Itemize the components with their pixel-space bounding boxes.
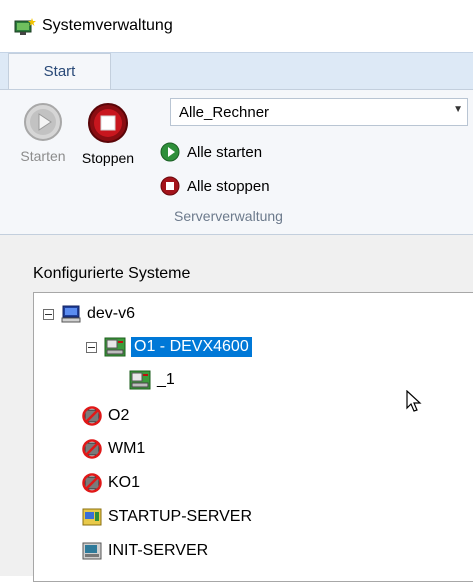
computer-icon	[61, 305, 81, 323]
play-green-icon	[160, 142, 180, 162]
tree-node-o2[interactable]: O2	[82, 405, 129, 427]
server-disabled-icon	[82, 406, 102, 426]
tab-start[interactable]: Start	[8, 53, 111, 91]
selected-node-label: O1 - DEVX4600	[131, 337, 252, 357]
system-group-combobox[interactable]: Alle_Rechner ▼	[170, 98, 468, 126]
combo-selected-value: Alle_Rechner	[179, 104, 270, 121]
panel-title: Konfigurierte Systeme	[33, 265, 191, 282]
tree-node-label: INIT-SERVER	[108, 542, 209, 559]
tree-node-init-server[interactable]: INIT-SERVER	[82, 540, 208, 562]
starten-label: Starten	[20, 148, 66, 164]
systems-tree[interactable]: dev-v6 O1 - DEVX4600 _1 O2 WM1 KO1 START…	[33, 292, 473, 582]
alle-stoppen-button[interactable]: Alle stoppen	[160, 174, 270, 198]
tree-node-label: _1	[157, 371, 175, 388]
ribbon: Starten Stoppen Alle_Rechner ▼ Alle star…	[0, 89, 473, 235]
tree-node-root[interactable]: dev-v6	[43, 303, 135, 325]
collapse-icon[interactable]	[86, 341, 97, 353]
server-icon	[104, 337, 126, 357]
tree-node-label: O2	[108, 407, 130, 424]
collapse-icon[interactable]	[43, 308, 54, 320]
chevron-down-icon[interactable]: ▼	[453, 104, 463, 115]
ribbon-group-label: Serververwaltung	[174, 208, 283, 224]
stoppen-button[interactable]: Stoppen	[76, 102, 140, 174]
init-server-icon	[82, 542, 102, 560]
tree-node-selected[interactable]: O1 - DEVX4600	[86, 336, 252, 358]
window-title: Systemverwaltung	[42, 17, 173, 34]
tree-node-label: WM1	[108, 440, 146, 457]
monitor-star-icon	[14, 18, 36, 36]
stop-red-icon	[160, 176, 180, 196]
startup-server-icon	[82, 508, 102, 526]
server-icon	[129, 370, 151, 390]
play-icon	[24, 103, 62, 141]
server-disabled-icon	[82, 439, 102, 459]
mouse-pointer-icon	[406, 390, 422, 412]
server-disabled-icon	[82, 473, 102, 493]
tree-node-child[interactable]: _1	[129, 369, 175, 391]
tree-node-wm1[interactable]: WM1	[82, 438, 145, 460]
stop-icon	[88, 103, 128, 143]
tree-node-startup-server[interactable]: STARTUP-SERVER	[82, 506, 252, 528]
tree-node-label: dev-v6	[87, 305, 136, 322]
tree-node-label: KO1	[108, 474, 141, 491]
title-bar: Systemverwaltung	[0, 0, 473, 52]
ribbon-tab-strip: Start	[0, 52, 473, 91]
alle-starten-label: Alle starten	[187, 143, 263, 161]
stoppen-label: Stoppen	[81, 150, 135, 166]
starten-button[interactable]: Starten	[14, 102, 72, 174]
alle-stoppen-label: Alle stoppen	[187, 177, 270, 195]
tree-node-label: STARTUP-SERVER	[108, 508, 253, 525]
alle-starten-button[interactable]: Alle starten	[160, 140, 262, 164]
tree-node-ko1[interactable]: KO1	[82, 472, 140, 494]
